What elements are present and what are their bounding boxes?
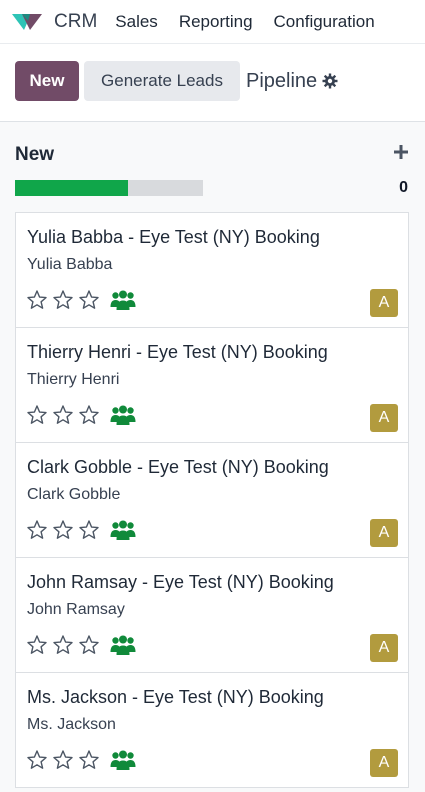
avatar[interactable]: A	[370, 289, 398, 317]
star-icon[interactable]	[26, 634, 48, 656]
menu-sales[interactable]: Sales	[115, 12, 158, 32]
star-icon[interactable]	[52, 289, 74, 311]
card-title: Ms. Jackson - Eye Test (NY) Booking	[27, 687, 324, 707]
kanban-card[interactable]: Clark Gobble - Eye Test (NY) Booking Cla…	[15, 442, 409, 558]
star-icon[interactable]	[78, 634, 100, 656]
star-icon[interactable]	[78, 289, 100, 311]
card-title: Thierry Henri - Eye Test (NY) Booking	[27, 342, 328, 362]
avatar[interactable]: A	[370, 749, 398, 777]
star-icon[interactable]	[26, 404, 48, 426]
column-progress-bar[interactable]	[15, 180, 203, 196]
kanban-column: New 0 Yulia Babba - Eye Test (NY) Bookin…	[0, 122, 425, 792]
plus-icon[interactable]	[393, 144, 409, 160]
column-title[interactable]: New	[15, 144, 54, 166]
breadcrumb: Pipeline	[246, 61, 338, 101]
star-icon[interactable]	[26, 519, 48, 541]
star-icon[interactable]	[78, 519, 100, 541]
team-icon	[110, 405, 136, 425]
menu-reporting[interactable]: Reporting	[179, 12, 253, 32]
priority-stars	[26, 404, 136, 426]
star-icon[interactable]	[52, 519, 74, 541]
crm-logo-icon[interactable]	[10, 11, 44, 33]
star-icon[interactable]	[52, 404, 74, 426]
team-icon	[110, 750, 136, 770]
column-count: 0	[399, 179, 408, 196]
team-icon	[110, 635, 136, 655]
kanban-card[interactable]: John Ramsay - Eye Test (NY) Booking John…	[15, 557, 409, 673]
new-button[interactable]: New	[15, 61, 79, 101]
team-icon	[110, 520, 136, 540]
card-contact: John Ramsay	[27, 601, 125, 618]
card-contact: Ms. Jackson	[27, 716, 116, 733]
gear-icon[interactable]	[322, 73, 338, 89]
priority-stars	[26, 519, 136, 541]
avatar[interactable]: A	[370, 519, 398, 547]
team-icon	[110, 290, 136, 310]
star-icon[interactable]	[26, 289, 48, 311]
star-icon[interactable]	[52, 634, 74, 656]
kanban-card[interactable]: Thierry Henri - Eye Test (NY) Booking Th…	[15, 327, 409, 443]
kanban-card[interactable]: Yulia Babba - Eye Test (NY) Booking Yuli…	[15, 212, 409, 328]
star-icon[interactable]	[78, 749, 100, 771]
avatar[interactable]: A	[370, 404, 398, 432]
menu-configuration[interactable]: Configuration	[274, 12, 375, 32]
card-title: Clark Gobble - Eye Test (NY) Booking	[27, 457, 329, 477]
avatar[interactable]: A	[370, 634, 398, 662]
card-title: John Ramsay - Eye Test (NY) Booking	[27, 572, 334, 592]
star-icon[interactable]	[26, 749, 48, 771]
card-list: Yulia Babba - Eye Test (NY) Booking Yuli…	[15, 212, 409, 788]
app-name[interactable]: CRM	[54, 11, 97, 33]
card-contact: Clark Gobble	[27, 486, 121, 503]
card-title: Yulia Babba - Eye Test (NY) Booking	[27, 227, 320, 247]
star-icon[interactable]	[52, 749, 74, 771]
page-title: Pipeline	[246, 69, 318, 92]
card-contact: Thierry Henri	[27, 371, 120, 388]
priority-stars	[26, 634, 136, 656]
top-navbar: CRM Sales Reporting Configuration	[0, 0, 425, 44]
star-icon[interactable]	[78, 404, 100, 426]
progress-fill	[15, 180, 128, 196]
control-panel: New Generate Leads Pipeline	[0, 44, 425, 122]
kanban-card[interactable]: Ms. Jackson - Eye Test (NY) Booking Ms. …	[15, 672, 409, 788]
card-contact: Yulia Babba	[27, 256, 113, 273]
priority-stars	[26, 289, 136, 311]
priority-stars	[26, 749, 136, 771]
generate-leads-button[interactable]: Generate Leads	[84, 61, 240, 101]
